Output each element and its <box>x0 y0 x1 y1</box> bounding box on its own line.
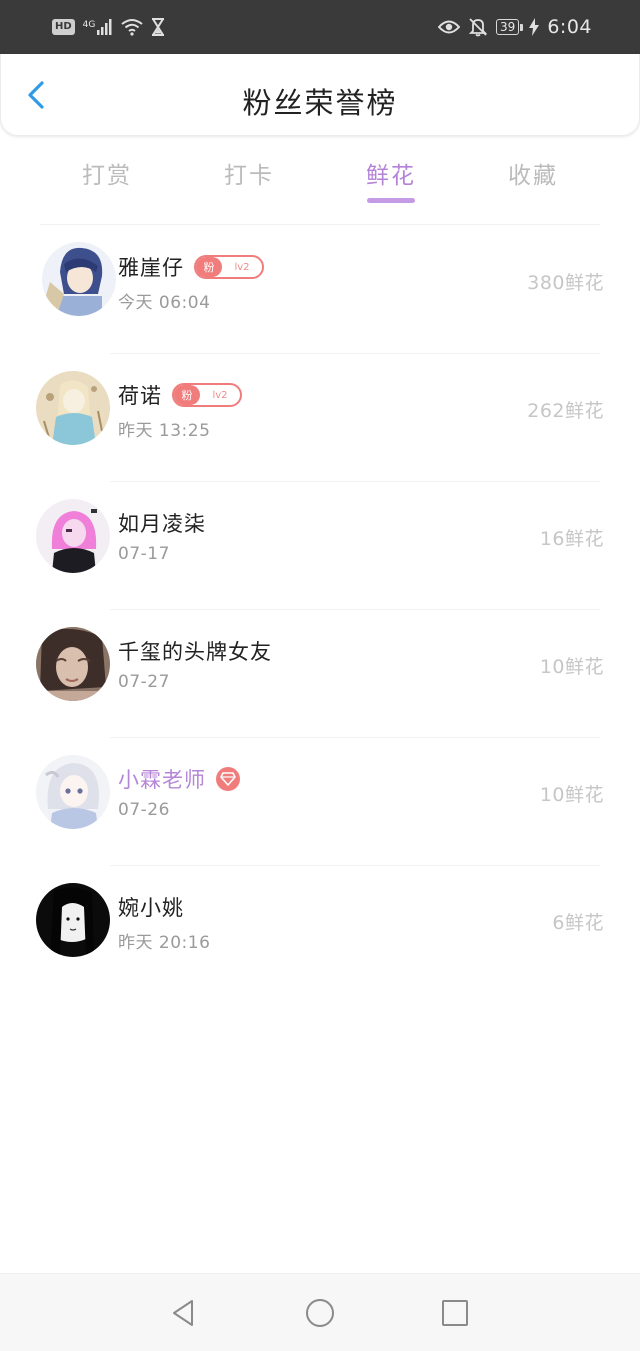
recents-square-icon <box>442 1300 468 1326</box>
badge-fan-label: 粉 <box>196 257 222 277</box>
eye-icon <box>438 20 461 34</box>
list-item[interactable]: 荷诺 粉 lv2 昨天 13:25 262鲜花 <box>0 354 640 482</box>
tab-label: 鲜花 <box>366 163 416 189</box>
avatar[interactable] <box>42 242 116 316</box>
avatar[interactable] <box>36 371 110 445</box>
fan-name[interactable]: 婉小姚 <box>118 892 184 922</box>
fan-name[interactable]: 小霖老师 <box>118 764 206 794</box>
tab-favorites[interactable]: 收藏 <box>483 156 583 190</box>
charging-icon <box>529 18 540 36</box>
status-time: 6:04 <box>547 16 592 38</box>
fan-level-badge: 粉 lv2 <box>194 255 264 279</box>
list-item[interactable]: 婉小姚 昨天 20:16 6鲜花 <box>0 866 640 994</box>
tab-flowers[interactable]: 鲜花 <box>341 156 441 203</box>
fan-time: 昨天 13:25 <box>118 421 211 441</box>
nav-back-button[interactable] <box>166 1296 200 1330</box>
fan-amount: 6鲜花 <box>552 912 604 934</box>
tab-bar: 打赏 打卡 鲜花 收藏 <box>0 150 640 210</box>
status-right: 39 6:04 <box>438 14 592 40</box>
network-type: 4G <box>82 20 96 30</box>
name-line: 如月凌柒 <box>118 508 206 538</box>
tab-reward[interactable]: 打赏 <box>57 156 157 190</box>
avatar[interactable] <box>36 627 110 701</box>
list-item[interactable]: 千玺的头牌女友 07-27 10鲜花 <box>0 610 640 738</box>
fan-time: 07-17 <box>118 544 170 564</box>
list-item[interactable]: 如月凌柒 07-17 16鲜花 <box>0 482 640 610</box>
avatar[interactable] <box>36 499 110 573</box>
fan-amount: 16鲜花 <box>539 528 604 550</box>
fan-amount: 262鲜花 <box>527 400 604 422</box>
fan-name[interactable]: 千玺的头牌女友 <box>118 636 272 666</box>
name-line: 雅崖仔 粉 lv2 <box>118 252 264 282</box>
list-item[interactable]: 雅崖仔 粉 lv2 今天 06:04 380鲜花 <box>0 226 640 354</box>
tab-active-indicator <box>367 198 415 203</box>
divider <box>40 224 600 225</box>
fan-time: 07-26 <box>118 800 170 820</box>
wifi-icon <box>121 19 143 36</box>
back-triangle-icon <box>173 1300 193 1326</box>
signal-icon: 4G <box>83 19 114 35</box>
tab-checkin[interactable]: 打卡 <box>199 156 299 190</box>
avatar[interactable] <box>36 883 110 957</box>
fan-time: 今天 06:04 <box>118 293 211 313</box>
name-line: 荷诺 粉 lv2 <box>118 380 242 410</box>
name-line: 千玺的头牌女友 <box>118 636 272 666</box>
diamond-icon <box>216 767 240 791</box>
fan-amount: 10鲜花 <box>539 784 604 806</box>
badge-level-label: lv2 <box>212 389 228 401</box>
status-left: HD 4G <box>52 14 165 40</box>
tab-label: 打卡 <box>224 163 274 189</box>
hourglass-icon <box>152 18 165 36</box>
system-nav-bar <box>0 1273 640 1351</box>
avatar[interactable] <box>36 755 110 829</box>
fan-name[interactable]: 雅崖仔 <box>118 252 184 282</box>
badge-fan-label: 粉 <box>174 385 200 405</box>
status-bar: HD 4G 39 6:04 <box>0 0 640 54</box>
battery-icon: 39 <box>496 19 524 35</box>
name-line: 婉小姚 <box>118 892 184 922</box>
fan-amount: 10鲜花 <box>539 656 604 678</box>
tab-label: 收藏 <box>508 163 558 189</box>
home-circle-icon <box>306 1299 334 1327</box>
nav-home-button[interactable] <box>303 1296 337 1330</box>
list-item[interactable]: 小霖老师 07-26 10鲜花 <box>0 738 640 866</box>
fan-name[interactable]: 荷诺 <box>118 380 162 410</box>
app-header: 粉丝荣誉榜 <box>0 54 640 136</box>
hd-badge: HD <box>52 19 75 35</box>
fan-time: 昨天 20:16 <box>118 933 211 953</box>
fan-name[interactable]: 如月凌柒 <box>118 508 206 538</box>
badge-level-label: lv2 <box>234 261 250 273</box>
bell-off-icon <box>468 18 488 37</box>
page-title: 粉丝荣誉榜 <box>242 86 398 120</box>
tab-label: 打赏 <box>82 163 132 189</box>
fan-amount: 380鲜花 <box>527 272 604 294</box>
fan-time: 07-27 <box>118 672 170 692</box>
name-line: 小霖老师 <box>118 764 240 794</box>
nav-recents-button[interactable] <box>438 1296 472 1330</box>
fan-level-badge: 粉 lv2 <box>172 383 242 407</box>
